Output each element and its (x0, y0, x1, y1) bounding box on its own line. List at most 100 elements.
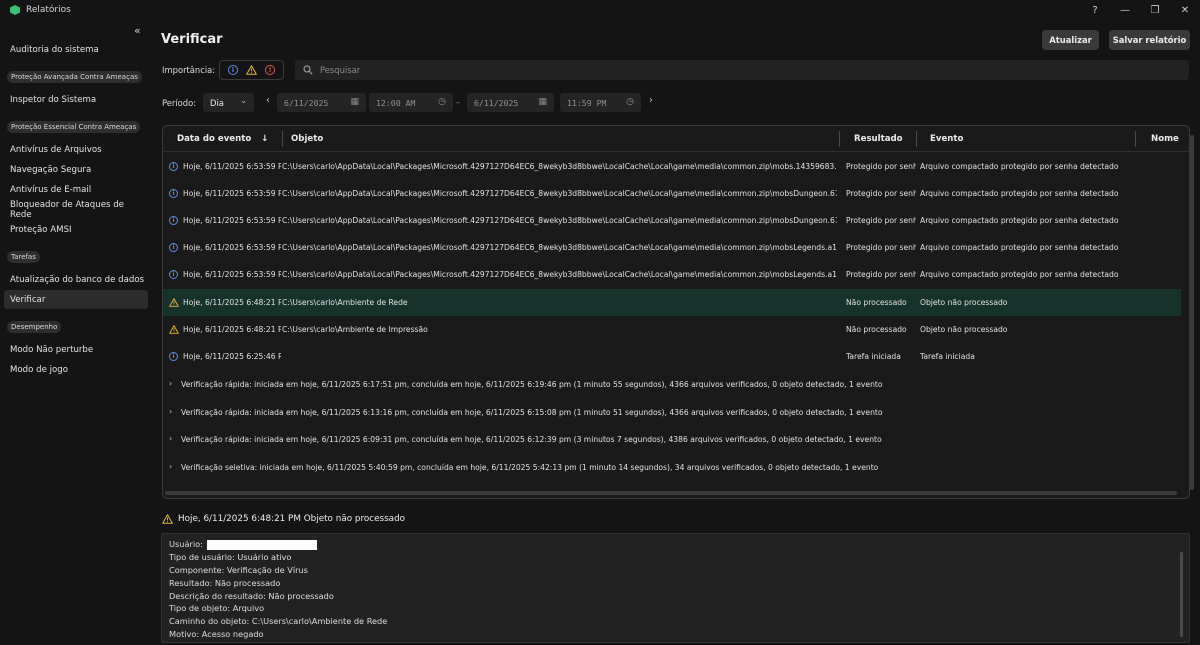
period-select[interactable]: Dia ⌄ (203, 93, 254, 112)
info-icon: i (169, 243, 178, 252)
refresh-button[interactable]: Atualizar (1042, 30, 1099, 50)
row-event: Tarefa iniciada (920, 352, 975, 361)
range-separator: – (456, 97, 461, 107)
row-result: Protegido por senha (846, 270, 916, 279)
column-objeto[interactable]: Objeto (291, 126, 323, 152)
scan-group-row[interactable]: › Verificação seletiva: iniciada em hoje… (163, 454, 1181, 481)
column-resize-handle[interactable] (282, 131, 283, 147)
warning-icon (169, 325, 179, 334)
row-event: Arquivo compactado protegido por senha d… (920, 162, 1119, 171)
end-time-value: 11:59 PM (567, 97, 607, 108)
previous-period-button[interactable]: ‹ (266, 95, 270, 106)
table-row-selected[interactable]: Hoje, 6/11/2025 6:48:21 PM C:\Users\carl… (163, 289, 1181, 316)
page-title: Verificar (161, 32, 223, 47)
detail-scrollbar[interactable] (1180, 552, 1183, 637)
row-date: Hoje, 6/11/2025 6:53:59 PM (183, 243, 281, 252)
start-time-field[interactable]: 12:00 AM ◷ (369, 93, 453, 112)
row-event: Objeto não processado (920, 298, 1008, 307)
scan-group-row[interactable]: › Verificação rápida: iniciada em hoje, … (163, 399, 1181, 426)
end-time-field[interactable]: 11:59 PM ◷ (560, 93, 641, 112)
row-object: C:\Users\carlo\AppData\Local\Packages\Mi… (282, 216, 837, 225)
start-date-field[interactable]: 6/11/2025 ▦ (277, 93, 366, 112)
search-icon (303, 65, 313, 75)
clock-icon: ◷ (438, 97, 446, 107)
info-icon: i (169, 352, 178, 361)
row-date: Hoje, 6/11/2025 6:53:59 PM (183, 189, 281, 198)
chevron-right-icon[interactable]: › (169, 407, 172, 416)
row-object (282, 343, 837, 370)
sidebar-item-protecao-amsi[interactable]: Proteção AMSI (4, 220, 148, 239)
row-object: C:\Users\carlo\AppData\Local\Packages\Mi… (282, 189, 837, 198)
row-event: Arquivo compactado protegido por senha d… (920, 243, 1119, 252)
error-filter-icon[interactable]: ! (265, 65, 275, 75)
sidebar-item-bloqueador-rede[interactable]: Bloqueador de Ataques de Rede (4, 200, 148, 220)
info-icon: i (169, 270, 178, 279)
column-resultado[interactable]: Resultado (854, 126, 903, 152)
sidebar-item-auditoria[interactable]: Auditoria do sistema (4, 40, 148, 59)
scan-group-row[interactable]: › Verificação rápida: iniciada em hoje, … (163, 371, 1181, 398)
row-date: Hoje, 6/11/2025 6:53:59 PM (183, 216, 281, 225)
detail-result: Resultado: Não processado (169, 577, 281, 588)
sidebar-section-protecao-essencial: Proteção Essencial Contra Ameaças (7, 121, 141, 133)
row-result: Protegido por senha (846, 216, 916, 225)
detail-component: Componente: Verificação de Vírus (169, 564, 308, 575)
column-data-evento[interactable]: Data do evento ↓ (177, 126, 268, 152)
sidebar-item-antivirus-arquivos[interactable]: Antivírus de Arquivos (4, 140, 148, 159)
table-row[interactable]: i Hoje, 6/11/2025 6:53:59 PM C:\Users\ca… (163, 153, 1181, 180)
chevron-right-icon[interactable]: › (169, 434, 172, 443)
minimize-button[interactable]: — (1110, 0, 1140, 20)
period-value: Dia (210, 97, 224, 108)
scan-group-row[interactable]: › Verificação rápida: iniciada em hoje, … (163, 426, 1181, 453)
row-result: Protegido por senha (846, 162, 916, 171)
help-button[interactable]: ? (1080, 0, 1110, 20)
search-input[interactable] (320, 65, 1120, 75)
sidebar-item-atualizacao[interactable]: Atualização do banco de dados (4, 270, 148, 289)
column-nome[interactable]: Nome (1151, 126, 1179, 152)
chevron-right-icon[interactable]: › (169, 462, 172, 471)
main-content: Verificar Atualizar Salvar relatório Imp… (152, 20, 1200, 645)
horizontal-scrollbar[interactable] (165, 491, 1177, 495)
end-date-value: 6/11/2025 (474, 97, 519, 108)
detail-panel: Usuário: Tipo de usuário: Usuário ativo … (161, 533, 1190, 643)
sidebar-item-modo-jogo[interactable]: Modo de jogo (4, 360, 148, 379)
row-result: Tarefa iniciada (846, 352, 901, 361)
end-date-field[interactable]: 6/11/2025 ▦ (467, 93, 554, 112)
warning-filter-icon[interactable] (246, 65, 257, 75)
detail-object-type: Tipo de objeto: Arquivo (169, 603, 265, 614)
table-row[interactable]: i Hoje, 6/11/2025 6:53:59 PM C:\Users\ca… (163, 234, 1181, 261)
close-button[interactable]: ✕ (1170, 0, 1200, 20)
sidebar-section-desempenho: Desempenho (7, 321, 62, 333)
restore-button[interactable]: ❐ (1140, 0, 1170, 20)
column-resize-handle[interactable] (839, 131, 840, 147)
sidebar-item-verificar[interactable]: Verificar (4, 290, 148, 309)
next-period-button[interactable]: › (649, 95, 653, 106)
row-result: Protegido por senha (846, 189, 916, 198)
table-row[interactable]: i Hoje, 6/11/2025 6:53:59 PM C:\Users\ca… (163, 261, 1181, 288)
info-filter-icon[interactable]: i (228, 65, 238, 75)
table-row[interactable]: Hoje, 6/11/2025 6:48:21 PM C:\Users\carl… (163, 316, 1181, 343)
chevron-right-icon[interactable]: › (169, 379, 172, 388)
sidebar-item-antivirus-email[interactable]: Antivírus de E-mail (4, 180, 148, 199)
collapse-sidebar-icon[interactable]: « (134, 24, 141, 37)
table-row[interactable]: i Hoje, 6/11/2025 6:53:59 PM C:\Users\ca… (163, 180, 1181, 207)
column-resize-handle[interactable] (1135, 131, 1136, 147)
detail-reason: Motivo: Acesso negado (169, 629, 264, 640)
redacted-username (206, 539, 317, 550)
detail-title: Hoje, 6/11/2025 6:48:21 PM Objeto não pr… (178, 514, 406, 524)
row-object: C:\Users\carlo\AppData\Local\Packages\Mi… (282, 270, 837, 279)
sidebar-item-inspetor[interactable]: Inspetor do Sistema (4, 90, 148, 109)
detail-user: Usuário: (169, 538, 1182, 551)
save-report-button[interactable]: Salvar relatório (1109, 30, 1190, 50)
window-title: Relatórios (26, 5, 71, 15)
page-scrollbar[interactable] (1190, 135, 1194, 490)
table-row[interactable]: i Hoje, 6/11/2025 6:25:46 PM Tarefa inic… (163, 343, 1181, 370)
column-evento[interactable]: Evento (930, 126, 963, 152)
sidebar-item-navegacao-segura[interactable]: Navegação Segura (4, 160, 148, 179)
column-resize-handle[interactable] (916, 131, 917, 147)
info-icon: i (169, 162, 178, 171)
row-event: Arquivo compactado protegido por senha d… (920, 270, 1119, 279)
warning-icon (169, 298, 179, 307)
table-row[interactable]: i Hoje, 6/11/2025 6:53:59 PM C:\Users\ca… (163, 207, 1181, 234)
detail-header: Hoje, 6/11/2025 6:48:21 PM Objeto não pr… (162, 514, 405, 524)
sidebar-item-nao-perturbe[interactable]: Modo Não perturbe (4, 340, 148, 359)
